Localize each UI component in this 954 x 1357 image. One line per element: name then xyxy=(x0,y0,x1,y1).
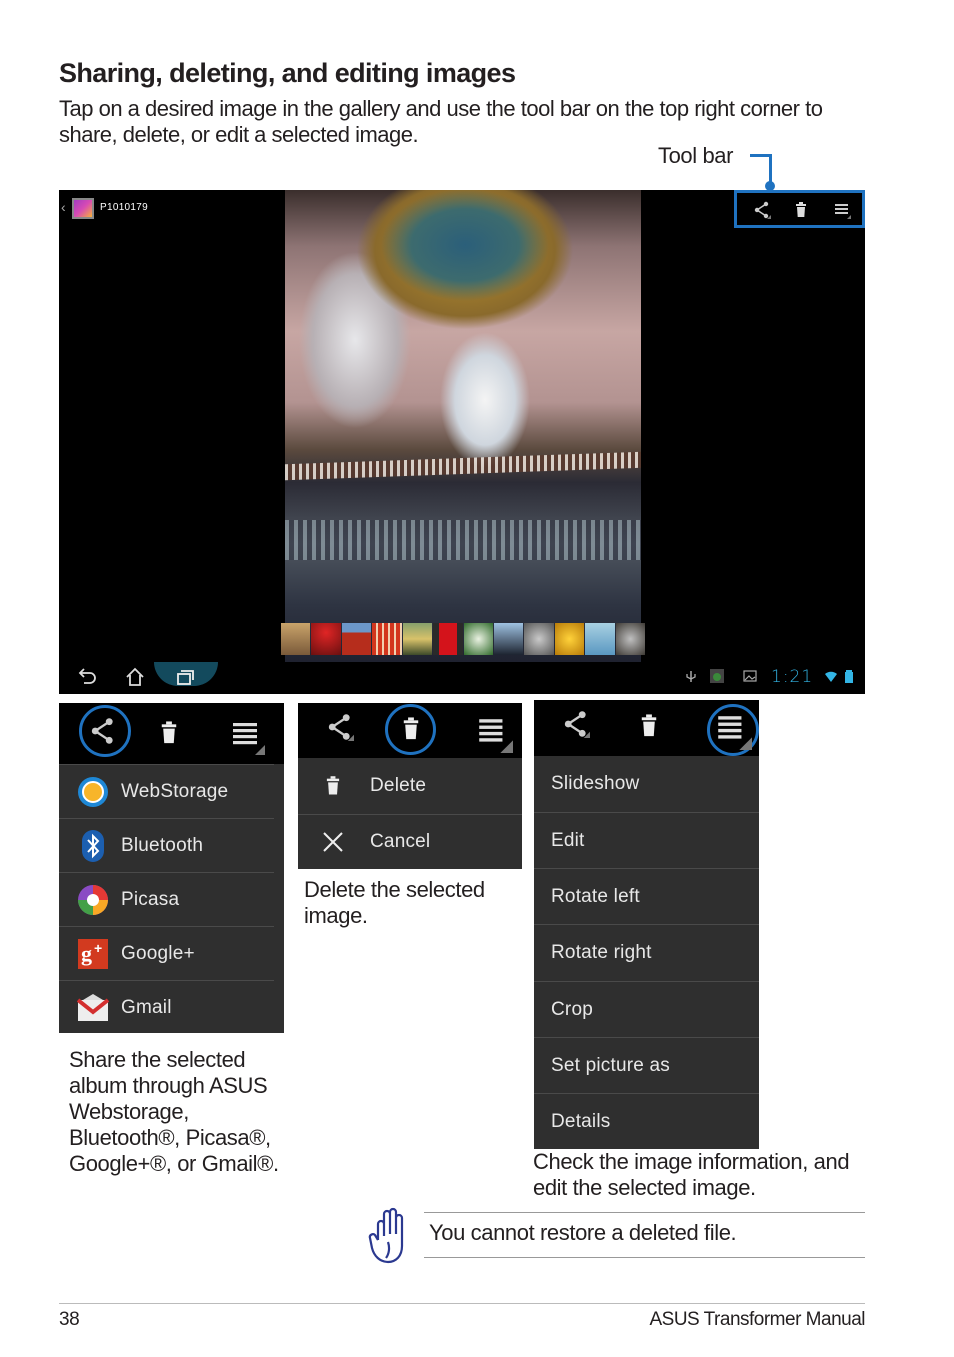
menu-item-label: Rotate right xyxy=(551,942,652,963)
share-caption: Share the selected album through ASUS We… xyxy=(69,1047,279,1176)
filmstrip-thumbnail[interactable] xyxy=(585,623,615,655)
webstorage-icon xyxy=(76,775,110,809)
recent-apps-icon[interactable] xyxy=(172,666,198,688)
menu-item-label: Set picture as xyxy=(551,1054,670,1076)
action-bar: ‹ P1010179 xyxy=(59,190,865,228)
trash-icon[interactable] xyxy=(636,712,662,740)
overflow-menu-panel: Slideshow Edit Rotate left Rotate right … xyxy=(534,700,759,1149)
share-option-gmail[interactable]: Gmail xyxy=(59,980,274,1034)
share-icon[interactable] xyxy=(326,713,354,741)
panel-action-bar xyxy=(534,700,759,756)
trash-icon xyxy=(316,769,350,803)
home-icon[interactable] xyxy=(122,666,148,688)
menu-item-label: Slideshow xyxy=(551,773,640,794)
menu-option-crop[interactable]: Crop xyxy=(534,981,759,1037)
trash-icon[interactable] xyxy=(398,715,424,743)
menu-item-label: WebStorage xyxy=(121,780,229,802)
photo-title: P1010179 xyxy=(100,202,149,213)
app-notification-icon[interactable] xyxy=(710,669,724,683)
svg-text:+: + xyxy=(94,940,102,956)
callout-line xyxy=(769,154,772,184)
share-icon[interactable] xyxy=(753,201,771,219)
google-plus-icon: g + xyxy=(76,937,110,971)
close-icon xyxy=(316,825,350,859)
filmstrip-thumbnail[interactable] xyxy=(341,623,372,655)
dome-photo[interactable] xyxy=(285,190,641,662)
filmstrip-thumbnail[interactable] xyxy=(311,623,341,655)
menu-option-edit[interactable]: Edit xyxy=(534,812,759,868)
menu-item-label: Google+ xyxy=(121,942,195,964)
share-option-bluetooth[interactable]: Bluetooth xyxy=(59,818,274,872)
toolbar-highlight xyxy=(734,190,865,228)
manual-title: ASUS Transformer Manual xyxy=(649,1309,865,1330)
delete-caption: Delete the selected image. xyxy=(304,877,485,928)
note-divider xyxy=(424,1257,865,1258)
menu-option-set-picture-as[interactable]: Set picture as xyxy=(534,1037,759,1093)
share-option-webstorage[interactable]: WebStorage xyxy=(59,764,274,818)
cancel-option[interactable]: Cancel xyxy=(298,814,522,869)
back-chevron-icon[interactable]: ‹ xyxy=(61,199,66,215)
wifi-icon[interactable] xyxy=(824,669,838,683)
delete-option[interactable]: Delete xyxy=(298,758,522,814)
trash-icon[interactable] xyxy=(792,201,810,219)
overflow-menu-icon[interactable] xyxy=(474,715,514,753)
note-divider xyxy=(424,1212,865,1213)
overflow-menu-icon[interactable] xyxy=(714,712,752,750)
page-number: 38 xyxy=(59,1309,80,1330)
delete-menu-panel: Delete Cancel xyxy=(298,703,522,869)
menu-option-details[interactable]: Details xyxy=(534,1093,759,1149)
menu-item-label: Delete xyxy=(370,775,427,796)
menu-option-rotate-right[interactable]: Rotate right xyxy=(534,924,759,981)
svg-text:g: g xyxy=(81,941,92,966)
panel-action-bar xyxy=(59,703,284,764)
menu-item-label: Bluetooth xyxy=(121,834,204,856)
warning-hand-icon xyxy=(368,1207,404,1264)
menu-item-label: Edit xyxy=(551,829,585,851)
menu-item-label: Cancel xyxy=(370,831,431,852)
filmstrip-thumbnail[interactable] xyxy=(615,623,646,655)
menu-item-label: Picasa xyxy=(121,888,180,910)
panel-action-bar xyxy=(298,703,522,758)
menu-item-label: Crop xyxy=(551,998,593,1020)
filmstrip-thumbnail[interactable] xyxy=(281,623,311,655)
system-nav-bar: 1:21 xyxy=(59,662,865,694)
filmstrip-thumbnail[interactable] xyxy=(554,623,585,655)
share-icon[interactable] xyxy=(89,717,117,745)
back-icon[interactable] xyxy=(74,666,100,688)
toolbar-callout-label: Tool bar xyxy=(658,143,734,168)
filmstrip-thumbnail[interactable] xyxy=(524,623,554,655)
menu-item-label: Details xyxy=(551,1110,611,1132)
menu-item-label: Rotate left xyxy=(551,885,640,907)
filmstrip-thumbnail[interactable] xyxy=(493,623,524,655)
share-icon[interactable] xyxy=(562,710,590,738)
gallery-app-icon[interactable] xyxy=(72,198,94,219)
note-text: You cannot restore a deleted file. xyxy=(429,1220,737,1245)
menu-option-rotate-left[interactable]: Rotate left xyxy=(534,868,759,924)
gallery-screenshot: ‹ P1010179 1:21 xyxy=(59,190,865,694)
share-option-google-plus[interactable]: g + Google+ xyxy=(59,926,274,980)
menu-caption: Check the image information, and edit th… xyxy=(533,1149,850,1200)
filmstrip-thumbnail[interactable] xyxy=(463,623,493,655)
gallery-notification-icon[interactable] xyxy=(743,669,757,683)
filmstrip xyxy=(281,623,646,655)
filmstrip-thumbnail[interactable] xyxy=(433,623,463,655)
menu-option-slideshow[interactable]: Slideshow xyxy=(534,756,759,812)
battery-icon[interactable] xyxy=(842,669,856,683)
trash-icon[interactable] xyxy=(156,719,182,747)
menu-item-label: Gmail xyxy=(121,996,172,1018)
filmstrip-thumbnail[interactable] xyxy=(372,623,402,655)
usb-icon xyxy=(686,671,696,682)
overflow-menu-icon[interactable] xyxy=(229,719,265,755)
intro-text: Tap on a desired image in the gallery an… xyxy=(59,96,823,147)
share-option-picasa[interactable]: Picasa xyxy=(59,872,274,926)
picasa-icon xyxy=(76,883,110,917)
gmail-icon xyxy=(76,991,110,1025)
share-menu-panel: WebStorage Bluetooth Picasa g + Google+ G… xyxy=(59,703,284,1033)
page-heading: Sharing, deleting, and editing images xyxy=(59,58,516,88)
status-clock[interactable]: 1:21 xyxy=(771,667,813,687)
filmstrip-thumbnail[interactable] xyxy=(402,623,433,655)
overflow-menu-icon[interactable] xyxy=(833,201,851,219)
bluetooth-icon xyxy=(76,829,110,863)
footer-divider xyxy=(59,1303,865,1304)
